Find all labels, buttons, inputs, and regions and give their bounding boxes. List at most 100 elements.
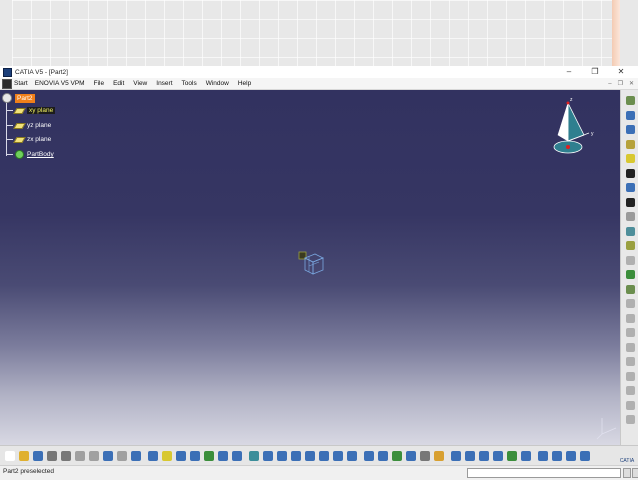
render-button[interactable] <box>405 450 417 462</box>
constraint-button[interactable] <box>464 450 476 462</box>
paste-icon <box>89 451 99 461</box>
formula-button[interactable] <box>147 450 159 462</box>
thread-button[interactable] <box>624 342 636 353</box>
chart-icon <box>204 451 214 461</box>
menu-window[interactable]: Window <box>206 80 229 87</box>
axis-button[interactable] <box>537 450 549 462</box>
chamfer-button[interactable] <box>624 284 636 295</box>
compass-icon[interactable]: y z <box>548 95 598 157</box>
split-button[interactable] <box>624 400 636 411</box>
catalog-button[interactable] <box>189 450 201 462</box>
draft-button[interactable] <box>624 298 636 309</box>
tree-item-partbody[interactable]: PartBody <box>6 150 54 159</box>
print-button[interactable] <box>46 450 58 462</box>
swap-button[interactable] <box>391 450 403 462</box>
whats-this-button[interactable] <box>130 450 142 462</box>
document-icon[interactable] <box>2 78 12 89</box>
menu-tools[interactable]: Tools <box>182 80 197 87</box>
chart-button[interactable] <box>203 450 215 462</box>
status-toggle-icon[interactable] <box>632 468 638 478</box>
doc-restore-button[interactable]: ❐ <box>618 80 623 87</box>
fit-all-icon <box>263 451 273 461</box>
3d-viewport[interactable]: Part2 xy plane yz plane zx plane PartBod <box>0 90 620 445</box>
analysis-button[interactable] <box>478 450 490 462</box>
update-button[interactable] <box>565 450 577 462</box>
thickness-button[interactable] <box>624 327 636 338</box>
rib-button[interactable] <box>624 240 636 251</box>
slot-button[interactable] <box>624 255 636 266</box>
split-icon <box>625 400 635 410</box>
menu-file[interactable]: File <box>94 80 104 87</box>
select-arrow-button[interactable] <box>624 139 636 150</box>
grid-button[interactable] <box>551 450 563 462</box>
normal-view-button[interactable] <box>332 450 344 462</box>
sketch-button[interactable] <box>624 110 636 121</box>
tools-button[interactable] <box>419 450 431 462</box>
gear-button[interactable] <box>450 450 462 462</box>
redo-button[interactable] <box>116 450 128 462</box>
shading-button[interactable] <box>363 450 375 462</box>
rotate-button[interactable] <box>290 450 302 462</box>
minimize-button[interactable]: – <box>556 66 582 78</box>
shaft-icon <box>625 197 635 207</box>
menu-edit[interactable]: Edit <box>113 80 124 87</box>
menu-enovia[interactable]: ENOVIA V5 VPM <box>35 80 85 87</box>
zoom-in-button[interactable] <box>304 450 316 462</box>
new-button[interactable] <box>4 450 16 462</box>
filter-button[interactable] <box>579 450 591 462</box>
normal-view-icon <box>333 451 343 461</box>
command-input[interactable] <box>467 468 621 478</box>
thick-surface-button[interactable] <box>624 414 636 425</box>
sketcher-button[interactable] <box>624 153 636 164</box>
maximize-button[interactable]: ❐ <box>582 66 608 78</box>
sketch-analysis-button[interactable] <box>624 124 636 135</box>
zoom-out-button[interactable] <box>318 450 330 462</box>
save-button[interactable] <box>32 450 44 462</box>
layer-button[interactable] <box>520 450 532 462</box>
pan-button[interactable] <box>276 450 288 462</box>
copy-button[interactable] <box>74 450 86 462</box>
catia-app-icon <box>3 67 12 77</box>
scale-button[interactable] <box>624 385 636 396</box>
status-toggle-icon[interactable] <box>623 468 631 478</box>
menu-start[interactable]: Start <box>14 80 28 87</box>
doc-minimize-button[interactable]: – <box>608 81 611 87</box>
pocket-button[interactable] <box>624 182 636 193</box>
shaft-button[interactable] <box>624 197 636 208</box>
pad-button[interactable] <box>624 168 636 179</box>
open-button[interactable] <box>18 450 30 462</box>
comment-button[interactable] <box>161 450 173 462</box>
catia-logo: CATIA <box>619 458 635 464</box>
menu-help[interactable]: Help <box>238 80 251 87</box>
hole-button[interactable] <box>624 226 636 237</box>
tree-item-zx-plane[interactable]: zx plane <box>6 136 51 143</box>
undo-button[interactable] <box>102 450 114 462</box>
shell-button[interactable] <box>624 313 636 324</box>
tree-item-xy-plane[interactable]: xy plane <box>6 107 56 114</box>
menu-insert[interactable]: Insert <box>156 80 172 87</box>
fly-button[interactable] <box>248 450 260 462</box>
axis-system-icon[interactable] <box>295 248 329 282</box>
iso-view-button[interactable] <box>346 450 358 462</box>
mirror-button[interactable] <box>624 356 636 367</box>
view-button[interactable] <box>624 95 636 106</box>
pattern-button[interactable] <box>624 371 636 382</box>
paste-button[interactable] <box>88 450 100 462</box>
publish-button[interactable] <box>433 450 445 462</box>
hide-show-button[interactable] <box>377 450 389 462</box>
color-button[interactable] <box>506 450 518 462</box>
close-button[interactable]: ✕ <box>608 66 634 78</box>
measure-button[interactable] <box>175 450 187 462</box>
web-button[interactable] <box>492 450 504 462</box>
menu-view[interactable]: View <box>133 80 147 87</box>
groove-button[interactable] <box>624 211 636 222</box>
insert-button[interactable] <box>231 450 243 462</box>
tree-item-yz-plane[interactable]: yz plane <box>6 122 51 129</box>
doc-close-button[interactable]: ✕ <box>629 80 634 87</box>
status-icons <box>622 468 638 478</box>
fillet-button[interactable] <box>624 269 636 280</box>
cut-button[interactable] <box>60 450 72 462</box>
macro-button[interactable] <box>217 450 229 462</box>
tree-root[interactable]: Part2 <box>2 93 35 103</box>
fit-all-button[interactable] <box>262 450 274 462</box>
